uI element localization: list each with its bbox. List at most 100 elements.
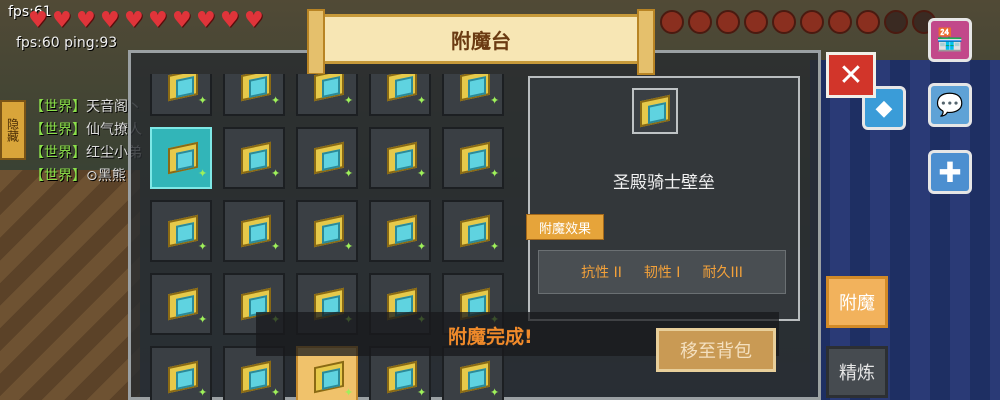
plus-icon[interactable]: ✚ <box>928 150 972 194</box>
chat-line: 【世界】天音阁丶 <box>30 96 142 119</box>
chat-line: 【世界】红尘小弟 <box>30 142 142 165</box>
book-icon <box>312 214 346 248</box>
book-icon <box>638 94 672 128</box>
inventory-slot[interactable]: ✦ <box>369 74 431 116</box>
chat-hide-button[interactable]: 隐藏 <box>0 100 26 160</box>
tab-refine[interactable]: 精炼 <box>826 346 888 398</box>
sparkle-icon: ✦ <box>417 240 427 253</box>
close-button[interactable]: ✕ <box>826 52 876 98</box>
sparkle-icon: ✦ <box>198 94 208 107</box>
sparkle-icon: ✦ <box>490 386 500 399</box>
inventory-slot[interactable]: ✦ <box>369 127 431 189</box>
chat-channel: 【世界】 <box>30 122 86 138</box>
sparkle-icon: ✦ <box>198 386 208 399</box>
sparkle-icon: ✦ <box>344 386 354 399</box>
book-icon <box>385 360 419 394</box>
sparkle-icon: ✦ <box>417 386 427 399</box>
inventory-slot[interactable]: ✦ <box>150 346 212 400</box>
sparkle-icon: ✦ <box>417 94 427 107</box>
food-icon <box>744 10 768 34</box>
chat-text: ⊙黑熊 <box>86 168 126 184</box>
book-icon <box>166 214 200 248</box>
sparkle-icon: ✦ <box>490 167 500 180</box>
food-icon <box>828 10 852 34</box>
inventory-slot[interactable]: ✦ <box>369 200 431 262</box>
book-icon <box>312 74 346 102</box>
sparkle-icon: ✦ <box>271 386 281 399</box>
chat-channel: 【世界】 <box>30 145 86 161</box>
sparkle-icon: ✦ <box>198 167 208 180</box>
sparkle-icon: ✦ <box>271 94 281 107</box>
inventory-slot[interactable]: ✦ <box>296 74 358 116</box>
inventory-slot[interactable]: ✦ <box>223 127 285 189</box>
sparkle-icon: ✦ <box>198 313 208 326</box>
inventory-slot[interactable]: ✦ <box>296 127 358 189</box>
book-icon <box>385 141 419 175</box>
sparkle-icon: ✦ <box>271 167 281 180</box>
heart-icon: ♥ <box>172 8 192 33</box>
inventory-slot[interactable]: ✦ <box>442 74 504 116</box>
book-icon <box>239 141 273 175</box>
heart-icon: ♥ <box>148 8 168 33</box>
sparkle-icon: ✦ <box>417 167 427 180</box>
book-icon <box>166 287 200 321</box>
book-icon <box>458 360 492 394</box>
book-icon <box>239 74 273 102</box>
chat-bubble-icon[interactable]: 💬 <box>928 83 972 127</box>
heart-icon: ♥ <box>52 8 72 33</box>
food-icon <box>884 10 908 34</box>
tab-enchant[interactable]: 附魔 <box>826 276 888 328</box>
enchant-effect: 抗性 II <box>581 265 622 281</box>
inventory-slot[interactable]: ✦ <box>296 200 358 262</box>
selected-item-slot <box>632 88 678 134</box>
inventory-slot[interactable]: ✦ <box>150 127 212 189</box>
chat-log: 【世界】天音阁丶 【世界】仙气撩人 【世界】红尘小弟 【世界】⊙黑熊 <box>30 96 142 188</box>
book-icon <box>458 74 492 102</box>
book-icon <box>239 214 273 248</box>
inventory-slot[interactable]: ✦ <box>442 127 504 189</box>
enchant-effects-label: 附魔效果 <box>526 214 604 240</box>
inventory-slot[interactable]: ✦ <box>150 200 212 262</box>
sparkle-icon: ✦ <box>490 240 500 253</box>
heart-icon: ♥ <box>124 8 144 33</box>
status-message: 附魔完成! <box>448 326 533 348</box>
panel-title: 附魔台 <box>307 9 655 75</box>
food-icon <box>772 10 796 34</box>
inventory-slot[interactable]: ✦ <box>150 74 212 116</box>
shop-icon[interactable]: 🏪 <box>928 18 972 62</box>
sparkle-icon: ✦ <box>198 240 208 253</box>
chat-line: 【世界】⊙黑熊 <box>30 165 142 188</box>
book-icon <box>166 360 200 394</box>
heart-icon: ♥ <box>244 8 264 33</box>
food-icon <box>856 10 880 34</box>
inventory-slot[interactable]: ✦ <box>223 200 285 262</box>
inventory-slot[interactable]: ✦ <box>442 200 504 262</box>
enchant-effect: 耐久III <box>702 265 743 281</box>
book-icon <box>239 360 273 394</box>
food-icon <box>716 10 740 34</box>
book-icon <box>312 360 346 394</box>
chat-line: 【世界】仙气撩人 <box>30 119 142 142</box>
heart-icon: ♥ <box>220 8 240 33</box>
health-bar: ♥ ♥ ♥ ♥ ♥ ♥ ♥ ♥ ♥ ♥ <box>28 10 266 32</box>
sparkle-icon: ✦ <box>271 240 281 253</box>
heart-icon: ♥ <box>28 8 48 33</box>
item-name: 圣殿骑士壁垒 <box>613 173 715 193</box>
enchant-effects-list: 抗性 II 韧性 I 耐久III <box>538 250 786 294</box>
world-floor <box>0 170 140 400</box>
inventory-slot[interactable]: ✦ <box>150 273 212 335</box>
book-icon <box>312 141 346 175</box>
enchant-effect: 韧性 I <box>643 265 681 281</box>
food-icon <box>688 10 712 34</box>
chat-channel: 【世界】 <box>30 99 86 115</box>
hunger-bar <box>660 10 936 34</box>
sparkle-icon: ✦ <box>344 94 354 107</box>
book-icon <box>458 214 492 248</box>
book-icon <box>458 141 492 175</box>
book-icon <box>166 141 200 175</box>
heart-icon: ♥ <box>76 8 96 33</box>
ping-counter: fps:60 ping:93 <box>16 35 118 51</box>
inventory-slot[interactable]: ✦ <box>223 74 285 116</box>
move-to-backpack-button[interactable]: 移至背包 <box>656 328 776 372</box>
heart-icon: ♥ <box>100 8 120 33</box>
